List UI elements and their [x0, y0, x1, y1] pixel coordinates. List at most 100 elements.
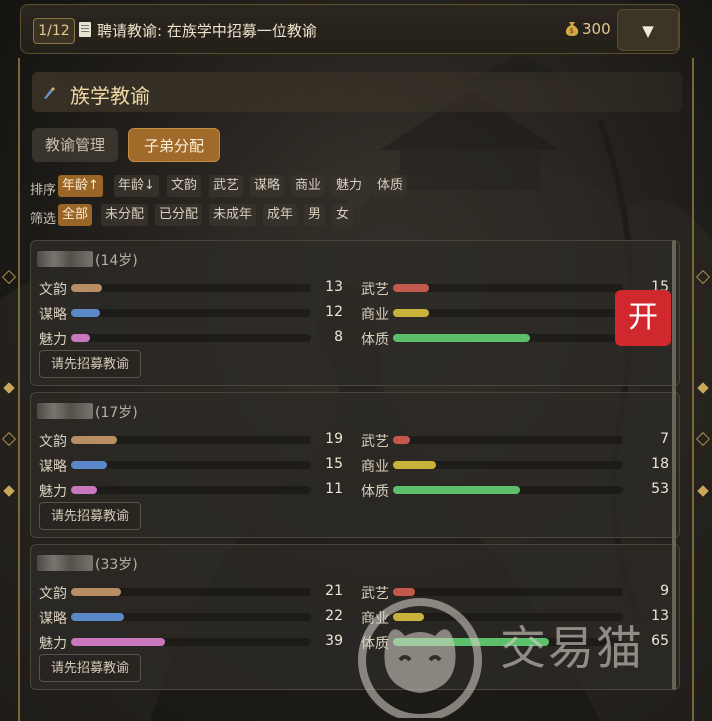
- stat-bar-wuyi: [393, 436, 623, 444]
- tab-student-assignment[interactable]: 子弟分配: [128, 128, 220, 162]
- open-badge[interactable]: 开: [615, 290, 671, 346]
- stat-label-moulue: 谋略: [39, 459, 67, 475]
- sort-age-desc[interactable]: 年龄↓: [114, 175, 159, 197]
- stat-value-wuyi: 9: [660, 583, 669, 599]
- stat-label-shangye: 商业: [361, 307, 389, 323]
- stat-bar-wuyi: [393, 284, 623, 292]
- stat-label-moulue: 谋略: [39, 307, 67, 323]
- stat-bar-fill-moulue: [71, 309, 100, 317]
- stat-bar-fill-tizhi: [393, 334, 530, 342]
- recruit-tutor-button[interactable]: 请先招募教谕: [39, 350, 141, 378]
- stat-bar-fill-shangye: [393, 309, 429, 317]
- stat-label-tizhi: 体质: [361, 484, 389, 500]
- stat-label-meili: 魅力: [39, 332, 67, 348]
- sort-shangye[interactable]: 商业: [291, 175, 326, 197]
- filter-assigned[interactable]: 已分配: [155, 204, 203, 226]
- tab-tutor-management[interactable]: 教谕管理: [32, 128, 118, 162]
- stat-value-wenyun: 21: [325, 583, 343, 599]
- watermark-text: 交易猫: [500, 621, 644, 675]
- stat-label-wuyi: 武艺: [361, 434, 389, 450]
- stat-bar-moulue: [71, 461, 311, 469]
- sort-meili[interactable]: 魅力: [332, 175, 367, 197]
- dropdown-toggle-button[interactable]: ▼: [617, 9, 679, 51]
- stat-value-wenyun: 13: [325, 279, 343, 295]
- stat-bar-fill-wenyun: [71, 436, 117, 444]
- stat-label-wuyi: 武艺: [361, 282, 389, 298]
- stat-bar-meili: [71, 638, 311, 646]
- stat-bar-tizhi: [393, 486, 623, 494]
- filter-label: 筛选: [30, 212, 57, 227]
- stat-label-shangye: 商业: [361, 459, 389, 475]
- stat-value-meili: 11: [325, 481, 343, 497]
- stat-bar-fill-wuyi: [393, 588, 415, 596]
- filter-all[interactable]: 全部: [58, 204, 93, 226]
- stat-bar-fill-wenyun: [71, 284, 103, 292]
- stat-bar-meili: [71, 486, 311, 494]
- member-card[interactable]: (14岁)文韵13武艺15谋略12商业15魅力8体质57请先招募教谕: [30, 240, 680, 386]
- stat-label-meili: 魅力: [39, 636, 67, 652]
- stat-bar-tizhi: [393, 334, 623, 342]
- stat-bar-wenyun: [71, 284, 311, 292]
- recruit-tutor-button[interactable]: 请先招募教谕: [39, 502, 141, 530]
- sort-age-asc[interactable]: 年龄↑: [58, 175, 103, 197]
- stat-label-wenyun: 文韵: [39, 586, 67, 602]
- step-counter: 1/12: [33, 18, 75, 44]
- member-age: (14岁): [95, 253, 138, 269]
- sort-tizhi[interactable]: 体质: [373, 175, 408, 197]
- stat-bar-wenyun: [71, 436, 311, 444]
- stat-bar-fill-shangye: [393, 461, 437, 469]
- stat-bar-fill-meili: [71, 334, 91, 342]
- scroll-document-icon: [79, 22, 91, 37]
- stat-bar-fill-wuyi: [393, 284, 429, 292]
- member-age: (17岁): [95, 405, 138, 421]
- filter-minor[interactable]: 未成年: [209, 204, 257, 226]
- filter-male[interactable]: 男: [304, 204, 326, 226]
- stat-value-meili: 39: [325, 633, 343, 649]
- brush-icon: [44, 87, 55, 99]
- stat-label-moulue: 谋略: [39, 611, 67, 627]
- stat-bar-fill-moulue: [71, 613, 124, 621]
- money-bag-icon: $: [565, 22, 579, 36]
- stat-value-wenyun: 19: [325, 431, 343, 447]
- stat-bar-fill-tizhi: [393, 486, 521, 494]
- stat-value-tizhi: 53: [651, 481, 669, 497]
- sort-wuyi[interactable]: 武艺: [209, 175, 244, 197]
- stat-bar-shangye: [393, 309, 623, 317]
- recruit-tutor-button[interactable]: 请先招募教谕: [39, 654, 141, 682]
- member-name-redacted: [37, 251, 93, 267]
- stat-bar-fill-meili: [71, 638, 165, 646]
- stat-bar-moulue: [71, 309, 311, 317]
- member-age: (33岁): [95, 557, 138, 573]
- stat-bar-shangye: [393, 461, 623, 469]
- sort-moulue[interactable]: 谋略: [250, 175, 285, 197]
- stat-value-moulue: 22: [325, 608, 343, 624]
- panel-title: 族学教谕: [70, 84, 150, 108]
- filter-unassigned[interactable]: 未分配: [101, 204, 149, 226]
- member-card[interactable]: (17岁) 文韵 19 武艺 7 谋略 15 商业 18 魅力 11 体质 53 请先招募教谕: [30, 392, 680, 538]
- stat-bar-fill-wuyi: [393, 436, 410, 444]
- app-frame: 1/12 聘请教谕: 在族学中招募一位教谕 $ 300 ▼ 族学教谕 教谕管理 …: [0, 0, 712, 721]
- filter-adult[interactable]: 成年: [263, 204, 298, 226]
- stat-value-shangye: 18: [651, 456, 669, 472]
- panel-header: 族学教谕: [32, 72, 682, 112]
- stat-bar-fill-wenyun: [71, 588, 122, 596]
- member-name-redacted: [37, 555, 93, 571]
- svg-text:$: $: [570, 27, 574, 35]
- stat-bar-meili: [71, 334, 311, 342]
- stat-value-meili: 8: [334, 329, 343, 345]
- stat-bar-moulue: [71, 613, 311, 621]
- stat-label-meili: 魅力: [39, 484, 67, 500]
- filter-female[interactable]: 女: [332, 204, 354, 226]
- sort-wenyun[interactable]: 文韵: [167, 175, 202, 197]
- stat-value-wuyi: 7: [660, 431, 669, 447]
- member-name-redacted: [37, 403, 93, 419]
- task-bar: 1/12 聘请教谕: 在族学中招募一位教谕 $ 300 ▼: [20, 4, 680, 54]
- stat-label-wenyun: 文韵: [39, 434, 67, 450]
- money-amount: 300: [582, 20, 611, 38]
- stat-label-wenyun: 文韵: [39, 282, 67, 298]
- stat-bar-fill-meili: [71, 486, 98, 494]
- stat-value-moulue: 15: [325, 456, 343, 472]
- stat-bar-wuyi: [393, 588, 623, 596]
- stat-bar-wenyun: [71, 588, 311, 596]
- task-description[interactable]: 聘请教谕: 在族学中招募一位教谕: [97, 20, 317, 41]
